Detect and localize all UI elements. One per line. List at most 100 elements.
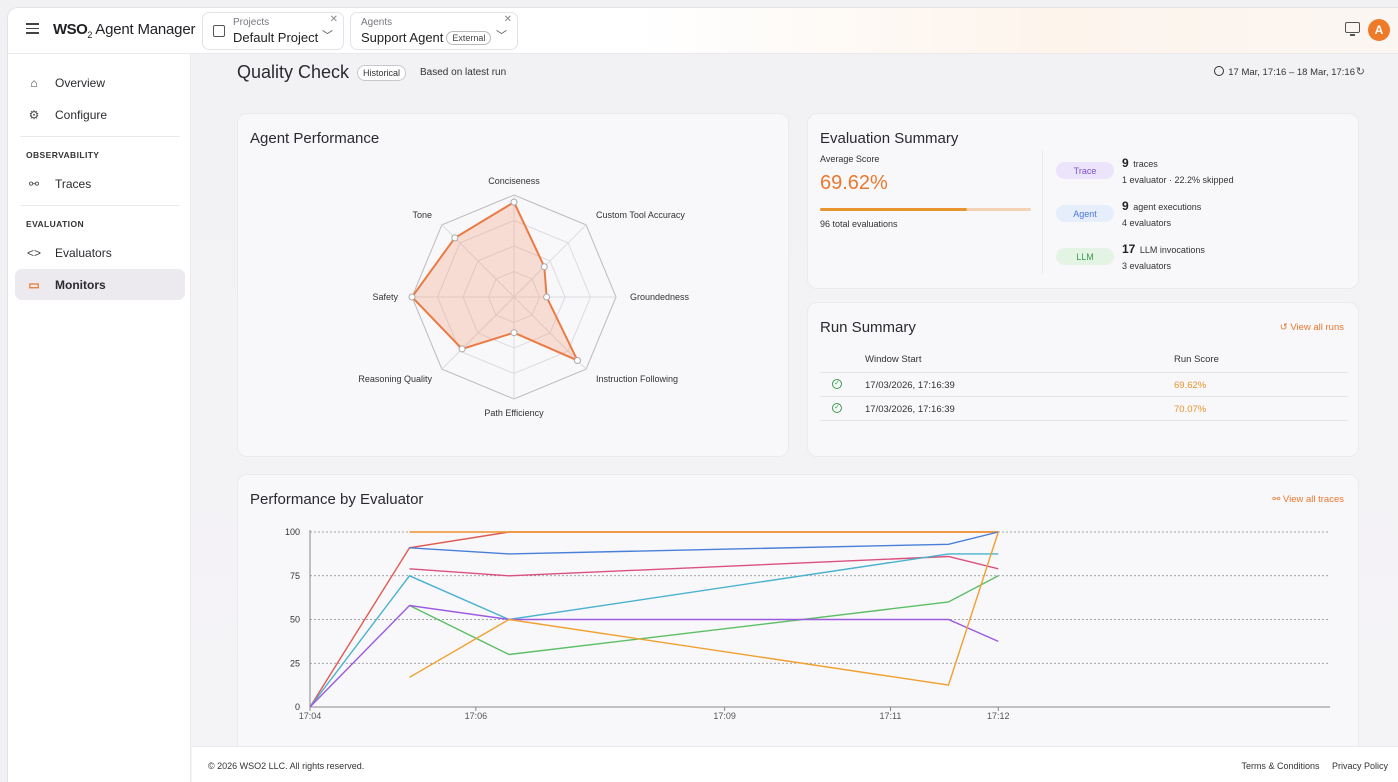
radar-point[interactable]: [408, 293, 416, 301]
level-stat: 9 traces: [1122, 156, 1158, 170]
level-count: 9: [1122, 156, 1129, 170]
app-logo[interactable]: WSO2 Agent Manager: [53, 21, 195, 40]
clock-icon: [1214, 66, 1225, 76]
level-pill: LLM: [1056, 248, 1114, 265]
privacy-link[interactable]: Privacy Policy: [1332, 761, 1388, 771]
radar-point[interactable]: [510, 329, 518, 337]
page-subtitle: Based on latest run: [420, 67, 507, 78]
sidebar-item-traces[interactable]: ⚯ Traces: [15, 168, 185, 199]
footer-links: Terms & Conditions Privacy Policy: [1231, 761, 1388, 771]
run-score-cell: 70.07%: [1174, 404, 1207, 415]
external-badge: External: [446, 31, 492, 45]
radar-point[interactable]: [458, 345, 466, 353]
agent-caption: Agents: [361, 17, 393, 28]
top-bar: WSO2 Agent Manager Projects Default Proj…: [8, 8, 1398, 54]
radar-point[interactable]: [573, 356, 581, 364]
radar-chart: [408, 194, 617, 400]
radar-axis-label: Conciseness: [488, 176, 540, 186]
sidebar: ⌂ Overview ⚙ Configure OBSERVABILITY ⚯ T…: [8, 54, 191, 782]
runs-table: Window Start Run Score ✓ 17/03/2026, 17:…: [820, 347, 1348, 421]
radar-point[interactable]: [451, 234, 459, 242]
column-header-window-start: Window Start: [865, 354, 922, 365]
copyright: © 2026 WSO2 LLC. All rights reserved.: [208, 761, 365, 771]
display-icon[interactable]: [1345, 22, 1360, 36]
section-evaluation: EVALUATION: [26, 219, 84, 229]
series-line[interactable]: [409, 531, 999, 555]
evaluation-summary-card: Evaluation Summary Average Score 69.62% …: [807, 113, 1359, 289]
agent-name: Support Agent: [361, 30, 444, 45]
divider: [20, 205, 180, 206]
y-tick-label: 50: [290, 615, 300, 625]
project-icon: [213, 25, 225, 37]
sidebar-item-label: Monitors: [55, 277, 106, 292]
radar-point[interactable]: [543, 293, 551, 301]
radar-score-area: [410, 200, 580, 363]
app-window: WSO2 Agent Manager Projects Default Proj…: [8, 8, 1398, 782]
level-pill: Agent: [1056, 205, 1114, 222]
agent-performance-card: Agent Performance Conciseness Custom Tool…: [237, 113, 789, 457]
close-project-icon[interactable]: ✕: [330, 14, 338, 25]
level-subtext: 4 evaluators: [1122, 218, 1172, 228]
table-row[interactable]: ✓ 17/03/2026, 17:16:39 69.62%: [820, 373, 1348, 397]
series-line[interactable]: [409, 531, 999, 686]
divider: [20, 136, 180, 137]
project-name: Default Project: [233, 30, 319, 45]
check-circle-icon: ✓: [832, 379, 842, 389]
table-row[interactable]: ✓ 17/03/2026, 17:16:39 70.07%: [820, 397, 1348, 421]
radar-axis-label: Groundedness: [630, 292, 690, 302]
table-header: Window Start Run Score: [820, 347, 1348, 373]
gear-icon: ⚙: [28, 107, 40, 122]
level-pill: Trace: [1056, 162, 1114, 179]
average-score-label: Average Score: [820, 154, 880, 164]
sidebar-item-monitors[interactable]: ▭ Monitors: [15, 269, 185, 300]
time-range-picker[interactable]: 17 Mar, 17:16 – 18 Mar, 17:16: [1214, 66, 1355, 78]
sidebar-item-configure[interactable]: ⚙ Configure: [15, 99, 185, 130]
level-subtext: 1 evaluator · 22.2% skipped: [1122, 175, 1234, 185]
x-tick-label: 17:11: [880, 711, 902, 721]
level-row-agent: Agent 9 agent executions 4 evaluators: [1056, 199, 1356, 235]
agent-selector[interactable]: Agents Support Agent External ✕ ﹀: [350, 12, 518, 50]
history-icon: ↺: [1279, 322, 1288, 333]
average-score-bar: [820, 208, 1031, 211]
x-tick-label: 17:04: [299, 711, 322, 721]
radar-point[interactable]: [510, 198, 518, 206]
level-subtext: 3 evaluators: [1122, 261, 1172, 271]
average-score-bar-fill: [820, 208, 967, 211]
view-all-runs-link[interactable]: ↺ View all runs: [1280, 322, 1344, 333]
project-caption: Projects: [233, 17, 270, 28]
view-all-runs-label: View all runs: [1290, 322, 1344, 333]
refresh-icon[interactable]: ↻: [1356, 65, 1365, 78]
y-tick-label: 75: [290, 571, 300, 581]
card-title: Evaluation Summary: [820, 130, 959, 147]
avatar[interactable]: A: [1368, 19, 1390, 41]
radar-axis-label: Reasoning Quality: [358, 374, 432, 385]
x-tick-label: 17:09: [713, 711, 736, 721]
column-header-run-score: Run Score: [1174, 354, 1219, 365]
level-row-trace: Trace 9 traces 1 evaluator · 22.2% skipp…: [1056, 156, 1356, 192]
main-content: Quality Check Historical Based on latest…: [192, 54, 1398, 756]
footer: © 2026 WSO2 LLC. All rights reserved. Te…: [192, 746, 1398, 782]
code-icon: <>: [27, 245, 42, 260]
level-stat: 9 agent executions: [1122, 199, 1201, 213]
radar-point[interactable]: [540, 263, 548, 271]
radar-axis-label: Path Efficiency: [484, 408, 544, 418]
menu-icon[interactable]: [26, 23, 39, 34]
series-line[interactable]: [309, 604, 999, 708]
project-selector[interactable]: Projects Default Project ✕ ﹀: [202, 12, 344, 50]
terms-link[interactable]: Terms & Conditions: [1241, 761, 1319, 771]
series-line[interactable]: [309, 553, 999, 708]
sidebar-item-evaluators[interactable]: <> Evaluators: [15, 237, 185, 268]
average-score-value: 69.62%: [820, 172, 888, 194]
level-count: 9: [1122, 199, 1129, 213]
close-agent-icon[interactable]: ✕: [504, 14, 512, 25]
divider: [1042, 150, 1043, 274]
chevron-down-icon: ﹀: [496, 30, 507, 42]
chevron-down-icon: ﹀: [322, 30, 333, 42]
radar-axis-label: Tone: [412, 209, 432, 220]
page-title: Quality Check: [237, 62, 350, 82]
level-unit: agent executions: [1133, 202, 1202, 212]
sidebar-item-overview[interactable]: ⌂ Overview: [15, 67, 185, 98]
total-evaluations: 96 total evaluations: [820, 219, 898, 229]
window-start-cell: 17/03/2026, 17:16:39: [865, 380, 955, 391]
run-score-cell: 69.62%: [1174, 380, 1207, 391]
